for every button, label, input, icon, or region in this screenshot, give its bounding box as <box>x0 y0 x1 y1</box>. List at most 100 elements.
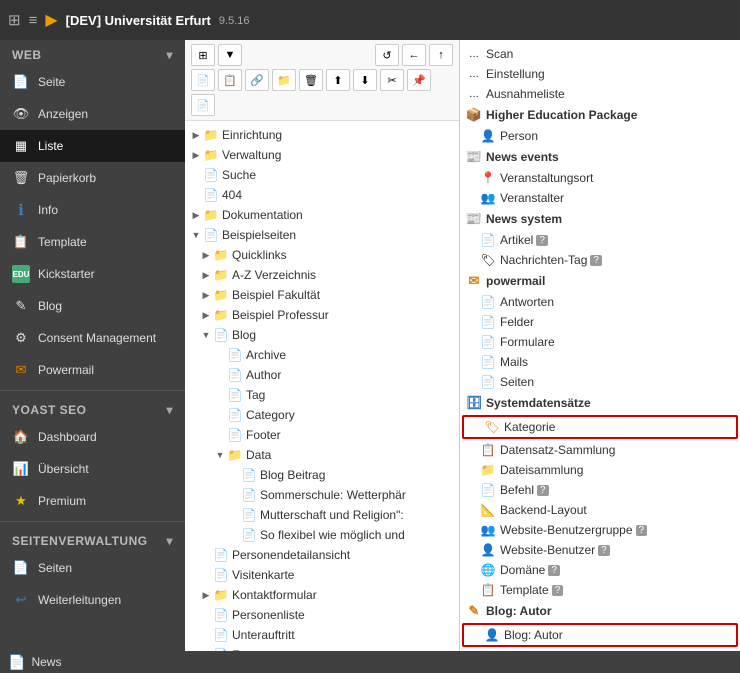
tree-item-soflexibel[interactable]: 📄 So flexibel wie möglich und <box>185 525 459 545</box>
rp-item-website-benutzergruppe[interactable]: 👥 Website-Benutzergruppe ? <box>460 520 740 540</box>
tree-item-archive[interactable]: 📄 Archive <box>185 345 459 365</box>
tb-link[interactable]: 🔗 <box>245 69 269 91</box>
rp-item-veranstalter[interactable]: 👥 Veranstalter <box>460 188 740 208</box>
tree-item-personenliste[interactable]: 📄 Personenliste <box>185 605 459 625</box>
tree-item-az[interactable]: ▶ 📁 A-Z Verzeichnis <box>185 265 459 285</box>
rp-item-dateisammlung[interactable]: 📁 Dateisammlung <box>460 460 740 480</box>
tree-item-einrichtung[interactable]: ▶ 📁 Einrichtung <box>185 125 459 145</box>
sidebar-item-dashboard[interactable]: 🏠 Dashboard <box>0 421 185 453</box>
folder-icon: 📁 <box>213 307 229 323</box>
rp-item-scan[interactable]: … Scan <box>460 44 740 64</box>
tree-new-button[interactable]: ⊞ <box>191 44 215 66</box>
tree-item-blog-beitrag[interactable]: 📄 Blog Beitrag <box>185 465 459 485</box>
sidebar-item-info[interactable]: ℹ Info <box>0 194 185 226</box>
rp-item-domane[interactable]: 🌐 Domäne ? <box>460 560 740 580</box>
topbar: ⊞ ≡ ▶ [DEV] Universität Erfurt 9.5.16 <box>0 0 740 40</box>
folder-icon: 📁 <box>203 147 219 163</box>
folder-icon: 📁 <box>213 587 229 603</box>
expand-verwaltung: ▶ <box>189 148 203 162</box>
rp-item-formulare[interactable]: 📄 Formulare <box>460 332 740 352</box>
rp-item-befehl[interactable]: 📄 Befehl ? <box>460 480 740 500</box>
tree-item-blog[interactable]: ▼ 📄 Blog <box>185 325 459 345</box>
tree-item-dokumentation[interactable]: ▶ 📁 Dokumentation <box>185 205 459 225</box>
rp-item-ausnahmeliste[interactable]: … Ausnahmeliste <box>460 84 740 104</box>
tree-item-data[interactable]: ▼ 📁 Data <box>185 445 459 465</box>
tree-refresh-button[interactable]: ↺ <box>375 44 399 66</box>
rp-item-seiten[interactable]: 📄 Seiten <box>460 372 740 392</box>
tree-item-mutterschaft[interactable]: 📄 Mutterschaft und Religion": <box>185 505 459 525</box>
tree-item-quicklinks[interactable]: ▶ 📁 Quicklinks <box>185 245 459 265</box>
rp-item-einstellung[interactable]: … Einstellung <box>460 64 740 84</box>
tree-item-category[interactable]: 📄 Category <box>185 405 459 425</box>
tb-move-up[interactable]: ⬆ <box>326 69 350 91</box>
expand-blog: ▼ <box>199 328 213 342</box>
rp-item-mails[interactable]: 📄 Mails <box>460 352 740 372</box>
sidebar-item-papierkorb[interactable]: 🗑 Papierkorb <box>0 162 185 194</box>
tree-item-beispiel-prof[interactable]: ▶ 📁 Beispiel Professur <box>185 305 459 325</box>
tree-item-tag[interactable]: 📄 Tag <box>185 385 459 405</box>
sidebar-item-blog[interactable]: ✎ Blog <box>0 290 185 322</box>
tb-delete[interactable]: 🗑 <box>299 69 323 91</box>
artikel-badge: ? <box>536 235 548 246</box>
rp-item-backend-layout[interactable]: 📐 Backend-Layout <box>460 500 740 520</box>
tree-item-unterauftritt[interactable]: 📄 Unterauftritt <box>185 625 459 645</box>
tree-item-author[interactable]: 📄 Author <box>185 365 459 385</box>
rp-item-kategorie[interactable]: 🏷 Kategorie <box>462 415 738 439</box>
tree-filter-button[interactable]: ▼ <box>218 44 242 66</box>
tree-toolbar-row-2: 📄 📋 🔗 📁 🗑 ⬆ ⬇ ✂ 📌 <box>191 69 453 91</box>
folder-icon: 📁 <box>203 127 219 143</box>
tb-extra[interactable]: 📄 <box>191 94 215 116</box>
systemdaten-icon: 🗄 <box>466 395 482 411</box>
rp-item-veranstaltungsort[interactable]: 📍 Veranstaltungsort <box>460 168 740 188</box>
rp-item-template[interactable]: 📋 Template ? <box>460 580 740 600</box>
tb-copy[interactable]: 📋 <box>218 69 242 91</box>
sidebar-item-premium[interactable]: ★ Premium <box>0 485 185 517</box>
dateisammlung-icon: 📁 <box>480 462 496 478</box>
tree-item-beispiel-fak[interactable]: ▶ 📁 Beispiel Fakultät <box>185 285 459 305</box>
tree-back-button[interactable]: ← <box>402 44 426 66</box>
tree-item-footer[interactable]: 📄 Footer <box>185 425 459 445</box>
tree-item-beispielseiten[interactable]: ▼ 📄 Beispielseiten <box>185 225 459 245</box>
sidebar-item-kickstarter[interactable]: EDU Kickstarter <box>0 258 185 290</box>
rp-item-person[interactable]: 👤 Person <box>460 126 740 146</box>
sidebar-item-liste[interactable]: ▦ Liste <box>0 130 185 162</box>
tree-item-404[interactable]: 📄 404 <box>185 185 459 205</box>
tree-item-personendetail[interactable]: 📄 Personendetailansicht <box>185 545 459 565</box>
rp-item-felder[interactable]: 📄 Felder <box>460 312 740 332</box>
sidebar-item-seite[interactable]: 📄 Seite <box>0 66 185 98</box>
tb-move-down[interactable]: ⬇ <box>353 69 377 91</box>
sidebar-item-seiten[interactable]: 📄 Seiten <box>0 552 185 584</box>
sidebar-item-template[interactable]: 📋 Template <box>0 226 185 258</box>
page-icon: 📄 <box>203 227 219 243</box>
tree-item-kontaktformular[interactable]: ▶ 📁 Kontaktformular <box>185 585 459 605</box>
expand-vis <box>199 568 213 582</box>
expand-az: ▶ <box>199 268 213 282</box>
page-icon: 📄 <box>213 607 229 623</box>
rp-item-website-benutzer[interactable]: 👤 Website-Benutzer ? <box>460 540 740 560</box>
rp-item-datensatz-sammlung[interactable]: 📋 Datensatz-Sammlung <box>460 440 740 460</box>
sidebar-item-powermail[interactable]: ✉ Powermail <box>0 354 185 386</box>
page-icon: 📄 <box>213 327 229 343</box>
news-system-icon: 📰 <box>466 211 482 227</box>
rp-item-nachrichten-tag[interactable]: 🏷 Nachrichten-Tag ? <box>460 250 740 270</box>
powermail-section-icon: ✉ <box>466 273 482 289</box>
rp-item-blog-autor[interactable]: 👤 Blog: Autor <box>462 623 738 647</box>
tb-cut[interactable]: ✂ <box>380 69 404 91</box>
rp-item-artikel[interactable]: 📄 Artikel ? <box>460 230 740 250</box>
sidebar-item-anzeigen[interactable]: 👁 Anzeigen <box>0 98 185 130</box>
tree-item-sommerschule[interactable]: 📄 Sommerschule: Wetterphär <box>185 485 459 505</box>
tree-up-button[interactable]: ↑ <box>429 44 453 66</box>
sidebar-item-weiterleitungen[interactable]: ↩ Weiterleitungen <box>0 584 185 616</box>
sidebar-item-uebersicht[interactable]: 📊 Übersicht <box>0 453 185 485</box>
befehl-badge: ? <box>537 485 549 496</box>
folder-icon: 📁 <box>213 287 229 303</box>
sidebar-item-consent[interactable]: ⚙ Consent Management <box>0 322 185 354</box>
expand-beispiel: ▼ <box>189 228 203 242</box>
tb-new-page[interactable]: 📄 <box>191 69 215 91</box>
tree-item-verwaltung[interactable]: ▶ 📁 Verwaltung <box>185 145 459 165</box>
tb-folder[interactable]: 📁 <box>272 69 296 91</box>
tb-pin[interactable]: 📌 <box>407 69 431 91</box>
tree-item-visitenkarte[interactable]: 📄 Visitenkarte <box>185 565 459 585</box>
tree-item-suche[interactable]: 📄 Suche <box>185 165 459 185</box>
rp-item-antworten[interactable]: 📄 Antworten <box>460 292 740 312</box>
